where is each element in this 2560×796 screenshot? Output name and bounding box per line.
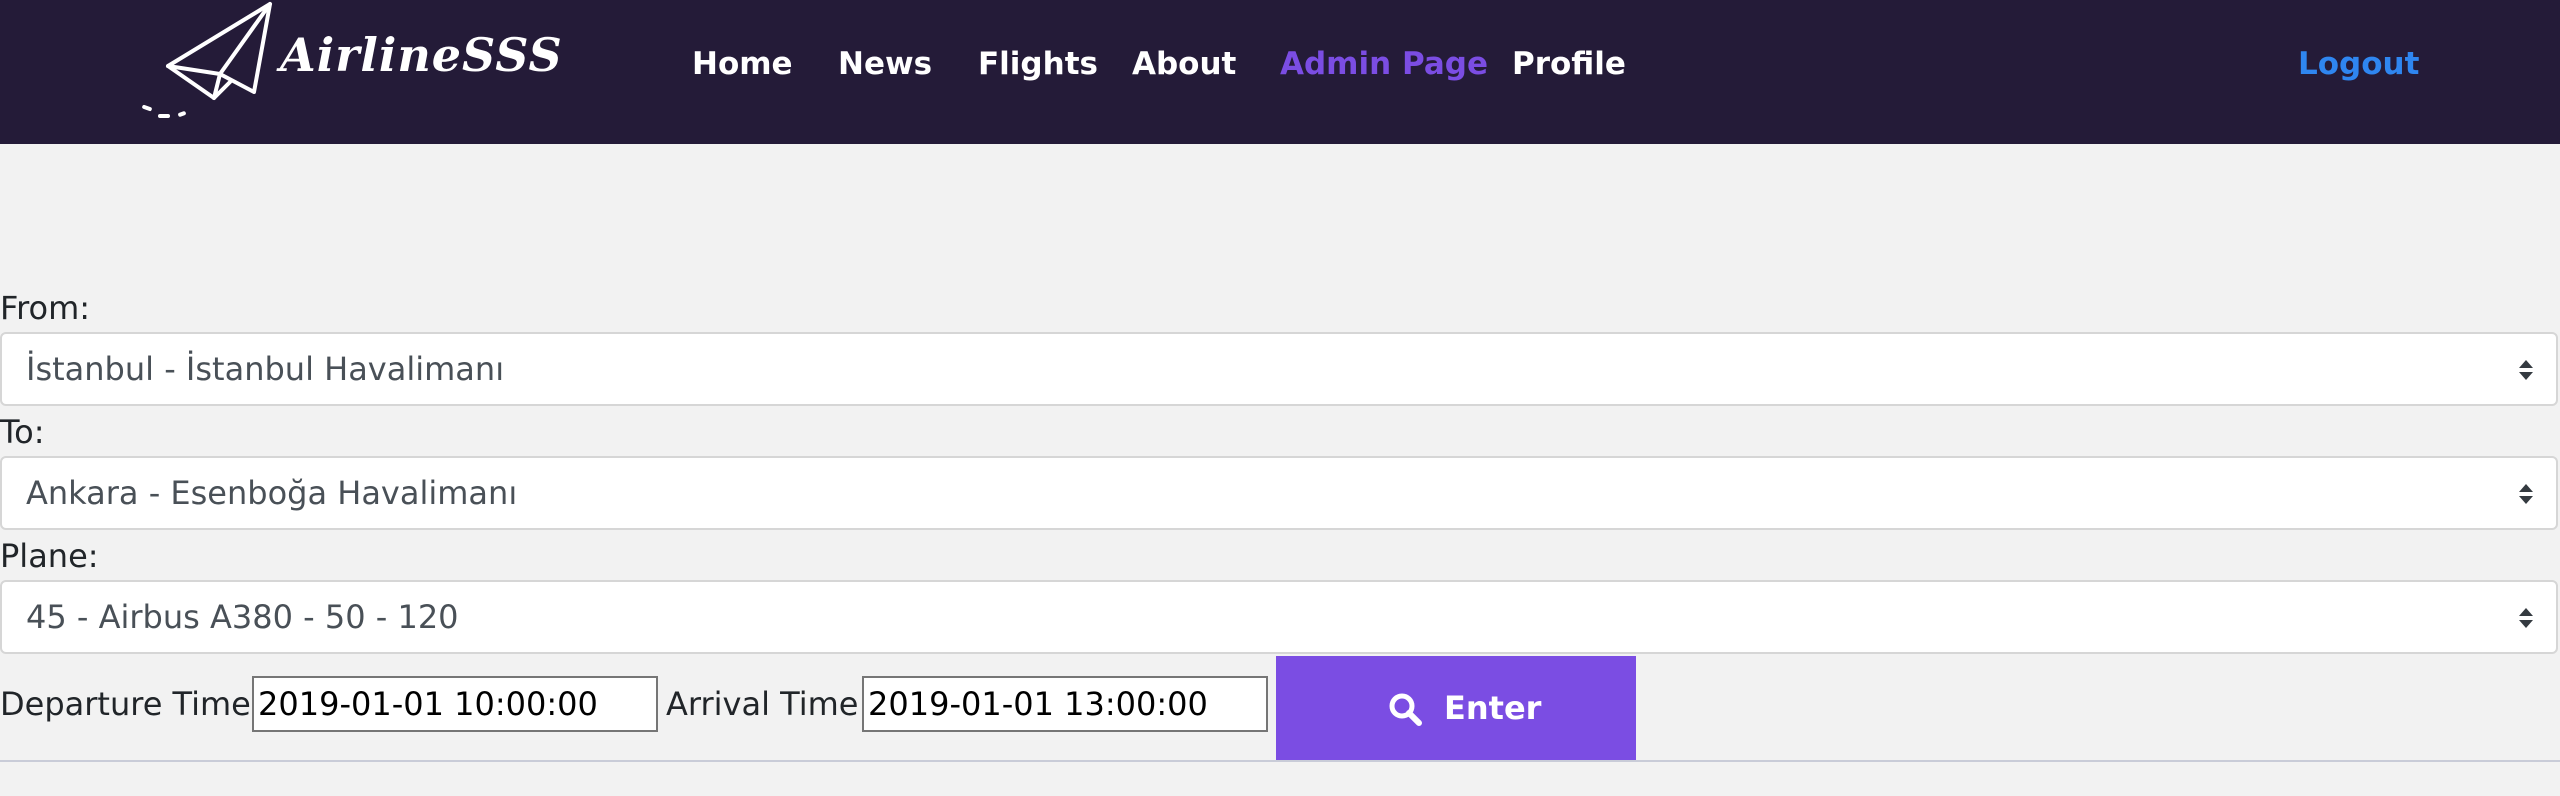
- nav-link-news[interactable]: News: [838, 44, 932, 84]
- nav-link-about[interactable]: About: [1132, 44, 1236, 84]
- plane-select[interactable]: 45 - Airbus A380 - 50 - 120: [0, 580, 2558, 654]
- enter-button-label: Enter: [1444, 689, 1542, 727]
- sort-arrows-icon: [2519, 360, 2533, 380]
- brand-logo[interactable]: AirlineSSS: [138, 0, 562, 128]
- nav-link-profile[interactable]: Profile: [1512, 44, 1626, 84]
- plane-select-value: 45 - Airbus A380 - 50 - 120: [26, 598, 459, 636]
- to-label: To:: [0, 413, 45, 451]
- to-select[interactable]: Ankara - Esenboğa Havalimanı: [0, 456, 2558, 530]
- to-select-value: Ankara - Esenboğa Havalimanı: [26, 474, 518, 512]
- arrival-time-input[interactable]: [862, 676, 1268, 732]
- brand-name: AirlineSSS: [280, 28, 563, 82]
- logout-link[interactable]: Logout: [2298, 44, 2419, 84]
- arrival-time-label: Arrival Time:: [666, 685, 870, 723]
- nav-link-admin-page[interactable]: Admin Page: [1280, 44, 1488, 84]
- search-icon: [1389, 693, 1422, 726]
- form-divider: [0, 760, 2560, 762]
- departure-time-input[interactable]: [252, 676, 658, 732]
- from-select-value: İstanbul - İstanbul Havalimanı: [26, 350, 505, 388]
- plane-label: Plane:: [0, 537, 99, 575]
- navbar: AirlineSSS Home News Flights About Admin…: [0, 0, 2560, 144]
- sort-arrows-icon: [2519, 608, 2533, 628]
- enter-button[interactable]: Enter: [1276, 656, 1636, 760]
- paper-plane-icon: [142, 2, 272, 118]
- nav-link-home[interactable]: Home: [692, 44, 793, 84]
- sort-arrows-icon: [2519, 484, 2533, 504]
- nav-link-flights[interactable]: Flights: [978, 44, 1098, 84]
- departure-time-label: Departure Time:: [0, 685, 262, 723]
- from-select[interactable]: İstanbul - İstanbul Havalimanı: [0, 332, 2558, 406]
- from-label: From:: [0, 289, 91, 327]
